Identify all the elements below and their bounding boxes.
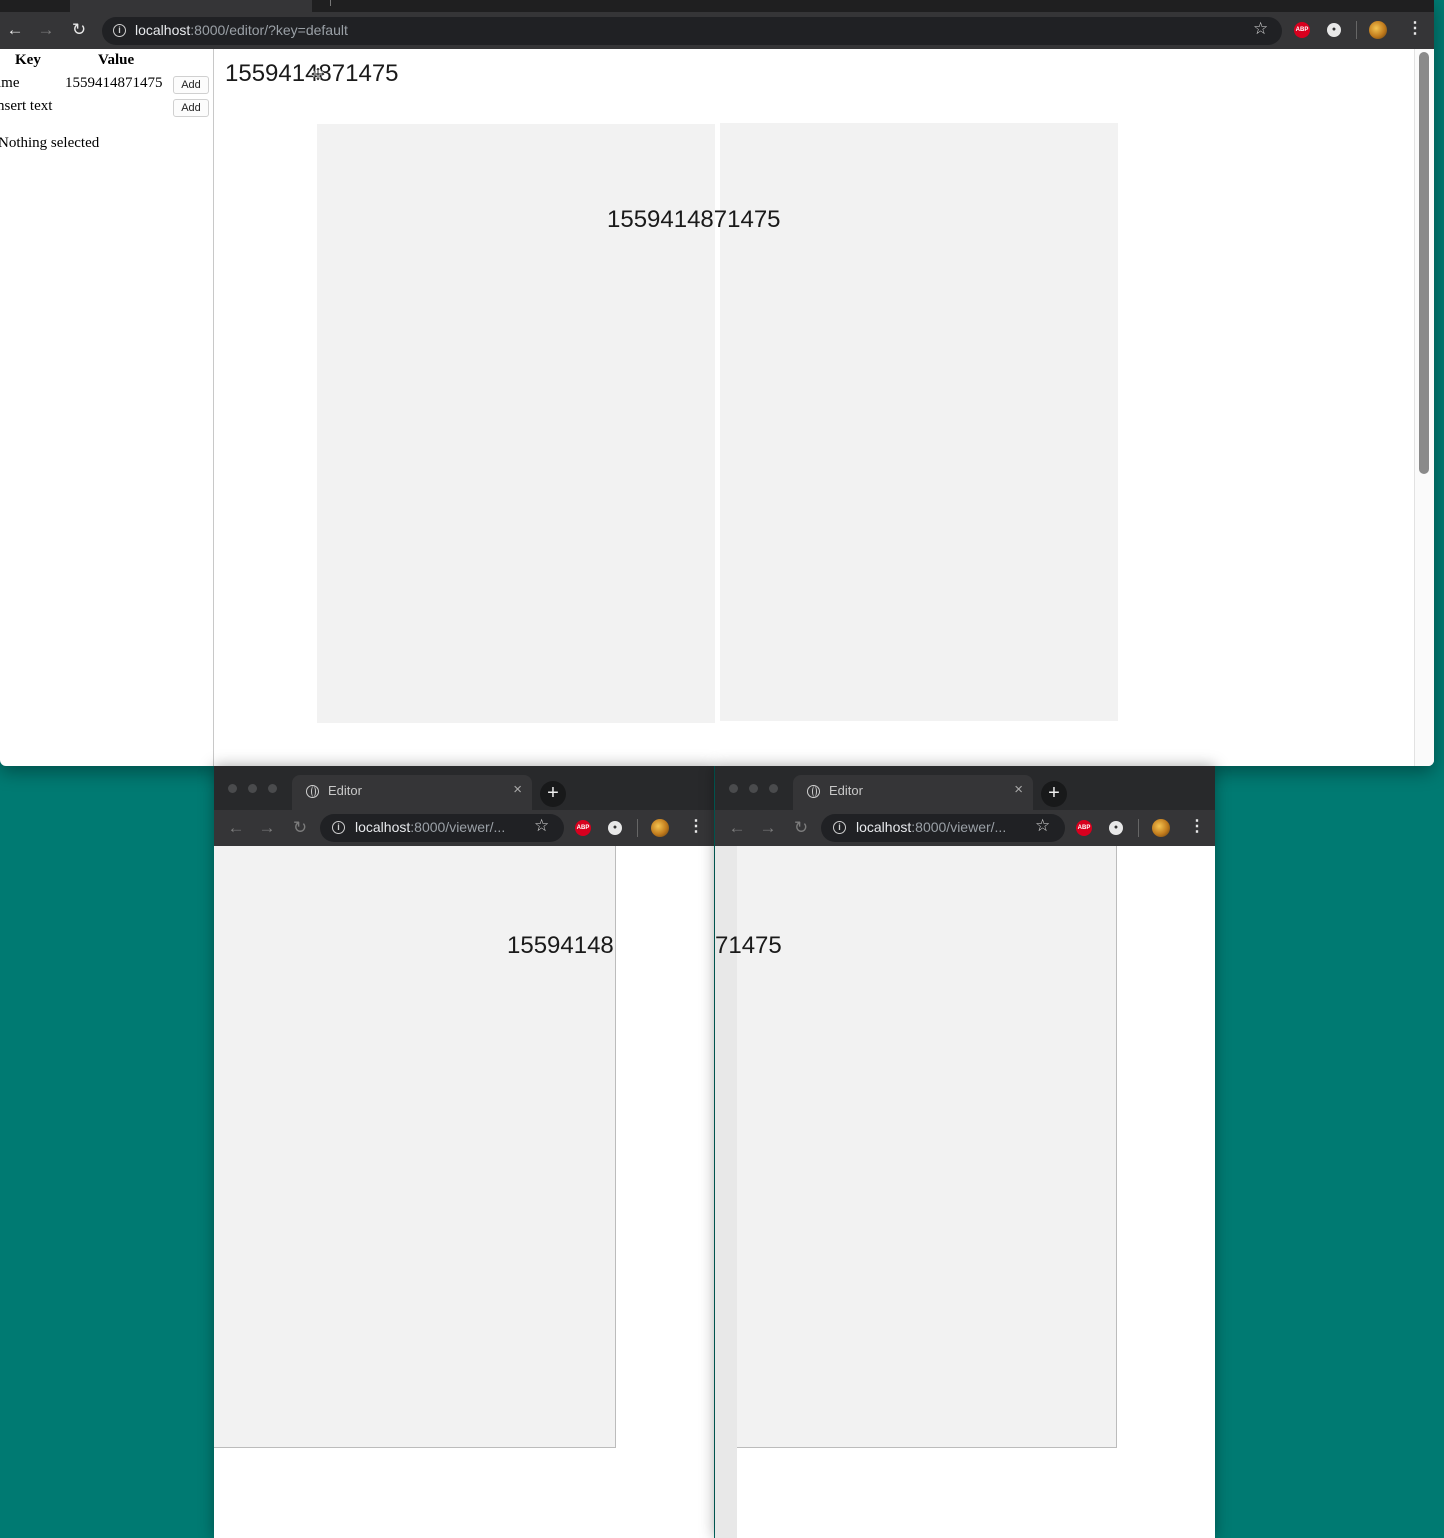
- new-tab-button[interactable]: +: [1041, 781, 1067, 807]
- selection-status: Nothing selected: [0, 135, 100, 151]
- tab-title: Editor: [829, 783, 863, 798]
- forward-icon[interactable]: →: [757, 818, 779, 838]
- browser-toolbar: ← → ↻ i localhost:8000/viewer/... ☆ ABP …: [715, 810, 1215, 846]
- tab-separator: [330, 0, 331, 6]
- profile-avatar[interactable]: [1369, 21, 1387, 39]
- bookmark-star-icon[interactable]: ☆: [1035, 816, 1050, 836]
- viewer-window-right: Editor × + ← → ↻ i localhost:8000/viewer…: [715, 766, 1215, 1538]
- new-tab-button[interactable]: +: [540, 781, 566, 807]
- editor-browser-window: ← → ↻ i localhost:8000/editor/?key=defau…: [0, 0, 1434, 766]
- stage-text-element[interactable]: 1559414871475: [607, 206, 781, 234]
- adblock-extension-icon[interactable]: ABP: [575, 820, 591, 836]
- adblock-extension-icon[interactable]: ABP: [1076, 820, 1092, 836]
- scrollbar-thumb[interactable]: [1419, 52, 1429, 474]
- tab-strip: Editor × +: [715, 766, 1215, 810]
- row-key-insert-text: nsert text: [0, 98, 53, 114]
- globe-icon: [306, 785, 319, 798]
- url-path: :8000/editor/?key=default: [190, 22, 348, 38]
- add-button[interactable]: Add: [173, 76, 209, 94]
- extension-icon[interactable]: ●: [608, 821, 622, 835]
- reload-icon[interactable]: ↻: [68, 20, 90, 40]
- bookmark-star-icon[interactable]: ☆: [534, 816, 549, 836]
- column-header-value: Value: [98, 52, 135, 68]
- key-value-sidebar: Key Value ime 1559414871475 Add nsert te…: [0, 49, 214, 766]
- viewer-stage-panel: [737, 846, 1117, 1448]
- tab-active[interactable]: [70, 0, 312, 12]
- url-text: localhost:8000/viewer/...: [856, 819, 1006, 835]
- url-host: localhost: [355, 819, 411, 835]
- info-icon[interactable]: i: [833, 821, 846, 834]
- tab-close-icon[interactable]: ×: [513, 781, 522, 798]
- url-path: :8000/viewer/...: [410, 819, 506, 835]
- globe-icon: [807, 785, 820, 798]
- viewer-window-left: Editor × + ← → ↻ i localhost:8000/viewer…: [214, 766, 714, 1538]
- adblock-extension-icon[interactable]: ABP: [1294, 22, 1310, 38]
- tab-strip: Editor × +: [214, 766, 714, 810]
- profile-avatar[interactable]: [651, 819, 669, 837]
- move-cursor-icon: [311, 67, 325, 81]
- url-host: localhost: [856, 819, 912, 835]
- menu-kebab-icon[interactable]: ⋮: [1189, 819, 1205, 835]
- window-zoom-light[interactable]: [268, 784, 277, 793]
- window-zoom-light[interactable]: [769, 784, 778, 793]
- back-icon[interactable]: ←: [225, 818, 247, 838]
- window-minimize-light[interactable]: [248, 784, 257, 793]
- address-bar[interactable]: i localhost:8000/viewer/...: [821, 814, 1065, 842]
- info-icon[interactable]: i: [113, 24, 126, 37]
- tab-editor[interactable]: Editor ×: [292, 775, 532, 810]
- add-button[interactable]: Add: [173, 99, 209, 117]
- toolbar-divider: [637, 819, 638, 837]
- toolbar-divider: [1356, 21, 1357, 39]
- column-header-key: Key: [15, 52, 41, 68]
- window-close-light[interactable]: [729, 784, 738, 793]
- tab-title: Editor: [328, 783, 362, 798]
- row-key-time: ime: [0, 75, 20, 91]
- forward-icon[interactable]: →: [256, 818, 278, 838]
- menu-kebab-icon[interactable]: ⋮: [688, 819, 704, 835]
- viewer-page: 15594148: [214, 846, 714, 1538]
- back-icon[interactable]: ←: [4, 20, 26, 40]
- address-bar[interactable]: i localhost:8000/editor/?key=default: [102, 17, 1282, 45]
- info-icon[interactable]: i: [332, 821, 345, 834]
- url-path: :8000/viewer/...: [911, 819, 1007, 835]
- extension-icon[interactable]: ●: [1327, 23, 1341, 37]
- browser-toolbar: ← → ↻ i localhost:8000/editor/?key=defau…: [0, 12, 1434, 49]
- tab-strip: [0, 0, 1434, 12]
- viewer-stage-text: 15594148: [507, 932, 614, 959]
- profile-avatar[interactable]: [1152, 819, 1170, 837]
- viewer-stage-text: 71475: [715, 932, 782, 959]
- bookmark-star-icon[interactable]: ☆: [1253, 19, 1268, 39]
- url-text: localhost:8000/editor/?key=default: [135, 22, 348, 38]
- viewer-page: 71475: [715, 846, 1215, 1538]
- menu-kebab-icon[interactable]: ⋮: [1407, 21, 1423, 37]
- reload-icon[interactable]: ↻: [289, 818, 311, 838]
- url-text: localhost:8000/viewer/...: [355, 819, 505, 835]
- row-value-time: 1559414871475: [65, 75, 163, 91]
- url-host: localhost: [135, 22, 191, 38]
- browser-toolbar: ← → ↻ i localhost:8000/viewer/... ☆ ABP …: [214, 810, 714, 846]
- tab-close-icon[interactable]: ×: [1014, 781, 1023, 798]
- tab-editor[interactable]: Editor ×: [793, 775, 1033, 810]
- window-close-light[interactable]: [228, 784, 237, 793]
- address-bar[interactable]: i localhost:8000/viewer/...: [320, 814, 564, 842]
- window-minimize-light[interactable]: [749, 784, 758, 793]
- back-icon[interactable]: ←: [726, 818, 748, 838]
- extension-icon[interactable]: ●: [1109, 821, 1123, 835]
- forward-icon[interactable]: →: [35, 20, 57, 40]
- reload-icon[interactable]: ↻: [790, 818, 812, 838]
- toolbar-divider: [1138, 819, 1139, 837]
